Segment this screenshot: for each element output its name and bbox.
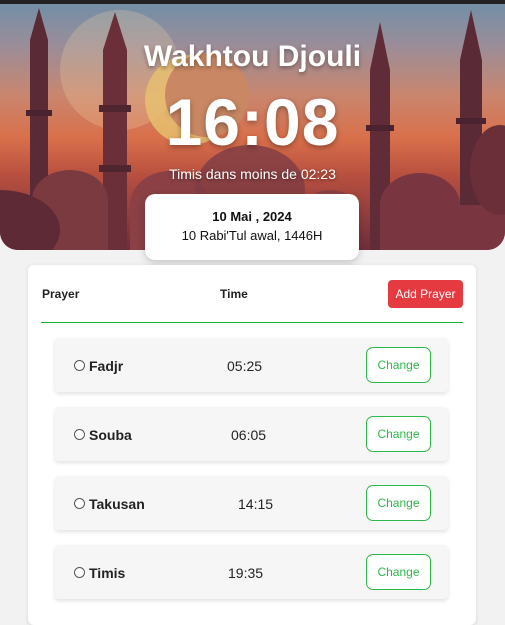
prayer-time: 06:05 bbox=[231, 427, 267, 443]
change-button-timis[interactable]: Change bbox=[366, 554, 431, 590]
radio-fadjr[interactable] bbox=[74, 360, 85, 371]
radio-takusan[interactable] bbox=[74, 498, 85, 509]
gregorian-date: 10 Mai , 2024 bbox=[212, 209, 292, 224]
change-button-fadjr[interactable]: Change bbox=[366, 347, 431, 383]
prayer-row-fadjr: Fadjr 05:25 Change bbox=[55, 338, 448, 392]
prayer-row-timis: Timis 19:35 Change bbox=[55, 545, 448, 599]
current-time: 16:08 bbox=[165, 85, 340, 159]
prayer-time: 05:25 bbox=[227, 358, 263, 374]
column-header-prayer: Prayer bbox=[42, 287, 80, 301]
change-button-souba[interactable]: Change bbox=[366, 416, 431, 452]
change-button-takusan[interactable]: Change bbox=[366, 485, 431, 521]
header-divider bbox=[41, 322, 463, 323]
prayer-row-takusan: Takusan 14:15 Change bbox=[55, 476, 448, 530]
add-prayer-button[interactable]: Add Prayer bbox=[388, 280, 463, 308]
prayer-name: Souba bbox=[89, 427, 132, 443]
top-bar bbox=[0, 0, 505, 4]
prayer-time: 19:35 bbox=[228, 565, 264, 581]
app-title: Wakhtou Djouli bbox=[143, 40, 362, 73]
column-header-time: Time bbox=[220, 287, 248, 301]
prayer-name: Takusan bbox=[89, 496, 145, 512]
prayer-name: Timis bbox=[89, 565, 126, 581]
hijri-date: 10 Rabi'Tul awal, 1446H bbox=[181, 228, 323, 243]
prayer-time: 14:15 bbox=[238, 496, 274, 512]
date-card: 10 Mai , 2024 10 Rabi'Tul awal, 1446H bbox=[145, 194, 359, 260]
radio-souba[interactable] bbox=[74, 429, 85, 440]
prayer-name: Fadjr bbox=[89, 358, 124, 374]
next-prayer-countdown: Timis dans moins de 02:23 bbox=[169, 166, 336, 182]
prayer-row-souba: Souba 06:05 Change bbox=[55, 407, 448, 461]
radio-timis[interactable] bbox=[74, 567, 85, 578]
prayer-table-panel: Prayer Time Add Prayer Fadjr 05:25 Chang… bbox=[28, 265, 476, 625]
